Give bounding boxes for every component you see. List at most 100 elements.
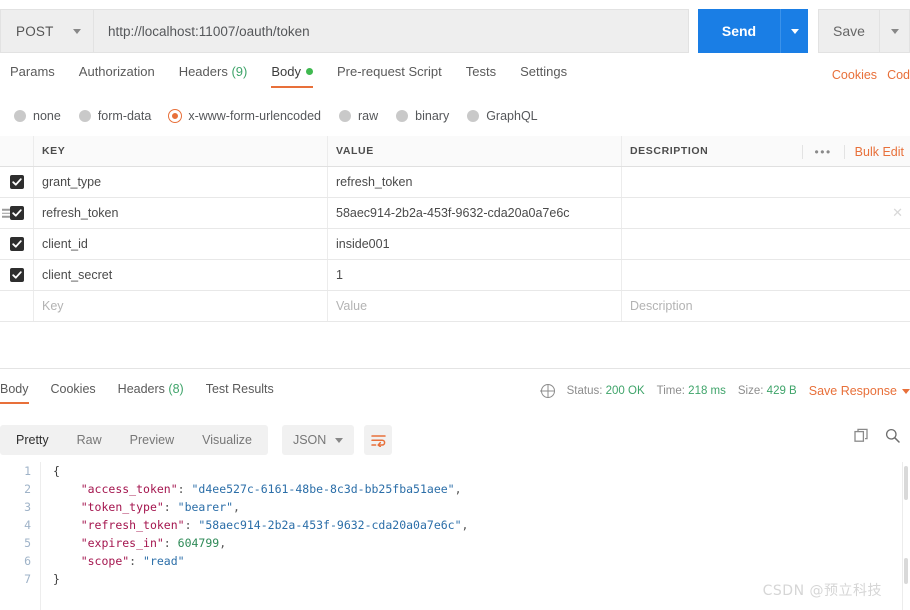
tab-tests[interactable]: Tests bbox=[466, 62, 496, 88]
size-group: Size: 429 B bbox=[738, 385, 797, 397]
radio-label: raw bbox=[358, 109, 379, 123]
line-number: 2 bbox=[24, 482, 31, 496]
save-button[interactable]: Save bbox=[818, 9, 880, 53]
body-type-binary[interactable]: binary bbox=[396, 109, 449, 123]
new-value-placeholder: Value bbox=[336, 299, 368, 313]
response-toolbar: Pretty Raw Preview Visualize JSON bbox=[0, 424, 910, 456]
url-input[interactable]: http://localhost:11007/oauth/token bbox=[94, 9, 689, 53]
request-right-links: Cookies Cod bbox=[832, 68, 910, 82]
more-options-icon[interactable]: ••• bbox=[801, 144, 844, 159]
row-key-cell[interactable]: client_id bbox=[34, 229, 328, 259]
view-mode-visualize[interactable]: Visualize bbox=[188, 425, 266, 455]
send-button[interactable]: Send bbox=[698, 9, 780, 53]
tab-headers[interactable]: Headers (9) bbox=[179, 62, 248, 88]
cookies-link[interactable]: Cookies bbox=[832, 68, 877, 82]
http-method-select[interactable]: POST bbox=[0, 9, 94, 53]
new-key-placeholder: Key bbox=[42, 299, 64, 313]
line-number: 3 bbox=[24, 500, 31, 514]
code-line: "scope": "read" bbox=[53, 552, 910, 570]
save-response-button[interactable]: Save Response bbox=[809, 384, 910, 398]
response-tab-test-results[interactable]: Test Results bbox=[206, 382, 274, 404]
new-description-input[interactable]: Description bbox=[622, 291, 910, 321]
row-checkbox-cell bbox=[0, 167, 34, 197]
send-options-button[interactable] bbox=[780, 9, 808, 53]
response-scrollbar[interactable] bbox=[902, 462, 909, 610]
code-token: "token_type" bbox=[80, 500, 164, 514]
response-tab-body[interactable]: Body bbox=[0, 382, 29, 404]
response-tab-cookies[interactable]: Cookies bbox=[51, 382, 96, 404]
row-checkbox[interactable] bbox=[9, 175, 24, 189]
tab-label: Params bbox=[10, 64, 55, 79]
empty-row-checkbox-cell bbox=[0, 291, 34, 321]
size-value: 429 B bbox=[766, 385, 797, 397]
request-url-bar: POST http://localhost:11007/oauth/token … bbox=[0, 8, 910, 54]
code-token: , bbox=[461, 518, 469, 532]
row-value-cell[interactable]: inside001 bbox=[328, 229, 622, 259]
new-key-input[interactable]: Key bbox=[34, 291, 328, 321]
new-value-input[interactable]: Value bbox=[328, 291, 622, 321]
row-checkbox[interactable] bbox=[9, 206, 24, 220]
row-key-text: grant_type bbox=[42, 175, 102, 189]
row-value-cell[interactable]: 58aec914-2b2a-453f-9632-cda20a0a7e6c bbox=[328, 198, 622, 228]
row-value-cell[interactable]: 1 bbox=[328, 260, 622, 290]
radio-label: form-data bbox=[97, 109, 152, 123]
code-line: "access_token": "d4ee527c-6161-48be-8c3d… bbox=[53, 480, 910, 498]
body-type-graphql[interactable]: GraphQL bbox=[467, 109, 538, 123]
view-mode-pretty[interactable]: Pretty bbox=[2, 425, 63, 455]
radio-selected-icon bbox=[168, 109, 183, 123]
row-checkbox[interactable] bbox=[9, 268, 24, 282]
code-token: "bearer" bbox=[177, 500, 234, 514]
body-type-none[interactable]: none bbox=[14, 109, 61, 123]
code-token: : bbox=[163, 500, 178, 514]
row-checkbox[interactable] bbox=[9, 237, 24, 251]
scrollbar-thumb-secondary[interactable] bbox=[904, 558, 908, 584]
row-value-text: 58aec914-2b2a-453f-9632-cda20a0a7e6c bbox=[336, 206, 570, 220]
code-link[interactable]: Cod bbox=[887, 68, 910, 82]
delete-row-icon[interactable]: ✕ bbox=[892, 205, 903, 221]
row-value-cell[interactable]: refresh_token bbox=[328, 167, 622, 197]
pane-divider[interactable] bbox=[0, 368, 910, 369]
table-row: refresh_token 58aec914-2b2a-453f-9632-cd… bbox=[0, 198, 910, 229]
row-key-cell[interactable]: client_secret bbox=[34, 260, 328, 290]
row-description-cell[interactable] bbox=[622, 198, 910, 228]
response-tab-headers[interactable]: Headers (8) bbox=[118, 382, 184, 404]
copy-icon[interactable] bbox=[854, 428, 869, 448]
code-line: "token_type": "bearer", bbox=[53, 498, 910, 516]
tab-settings[interactable]: Settings bbox=[520, 62, 567, 88]
row-checkbox-cell bbox=[0, 198, 34, 228]
header-value: VALUE bbox=[328, 136, 622, 166]
row-description-cell[interactable] bbox=[622, 167, 910, 197]
row-description-cell[interactable] bbox=[622, 229, 910, 259]
tab-params[interactable]: Params bbox=[10, 62, 55, 88]
radio-icon bbox=[14, 110, 26, 122]
radio-label: x-www-form-urlencoded bbox=[188, 109, 321, 123]
view-mode-preview[interactable]: Preview bbox=[116, 425, 188, 455]
body-type-form-data[interactable]: form-data bbox=[78, 109, 152, 123]
row-description-cell[interactable] bbox=[622, 260, 910, 290]
code-token: : bbox=[163, 536, 178, 550]
code-token: : bbox=[177, 482, 192, 496]
table-row: grant_type refresh_token bbox=[0, 167, 910, 198]
wrap-lines-button[interactable] bbox=[364, 425, 393, 455]
scrollbar-thumb[interactable] bbox=[904, 466, 908, 500]
tab-label: Body bbox=[0, 382, 29, 396]
row-key-cell[interactable]: grant_type bbox=[34, 167, 328, 197]
body-type-raw[interactable]: raw bbox=[339, 109, 378, 123]
time-group: Time: 218 ms bbox=[657, 385, 726, 397]
search-icon[interactable] bbox=[885, 428, 900, 448]
bulk-edit-link[interactable]: Bulk Edit bbox=[843, 144, 910, 159]
response-meta: Status: 200 OK Time: 218 ms Size: 429 B … bbox=[540, 384, 910, 398]
save-options-button[interactable] bbox=[880, 9, 910, 53]
tab-authorization[interactable]: Authorization bbox=[79, 62, 155, 88]
response-format-select[interactable]: JSON bbox=[281, 425, 355, 455]
tab-body[interactable]: Body bbox=[271, 62, 313, 88]
body-type-radio-group: none form-data x-www-form-urlencoded raw… bbox=[0, 104, 910, 128]
tab-pre-request-script[interactable]: Pre-request Script bbox=[337, 62, 442, 88]
code-token: , bbox=[454, 482, 462, 496]
view-mode-raw[interactable]: Raw bbox=[63, 425, 116, 455]
radio-label: none bbox=[33, 109, 61, 123]
row-key-cell[interactable]: refresh_token bbox=[34, 198, 328, 228]
body-type-x-www-form-urlencoded[interactable]: x-www-form-urlencoded bbox=[168, 109, 321, 123]
radio-icon bbox=[78, 110, 91, 122]
new-description-placeholder: Description bbox=[630, 299, 693, 313]
